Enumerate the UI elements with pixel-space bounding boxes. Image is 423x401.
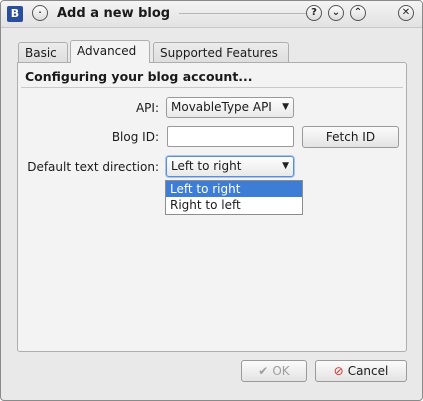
panel-heading: Configuring your blog account... — [25, 69, 253, 84]
option-left-to-right[interactable]: Left to right — [166, 181, 302, 197]
text-direction-label: Default text direction: — [27, 160, 159, 174]
app-icon[interactable]: B — [7, 6, 23, 22]
title-bar[interactable]: B · Add a new blog ? ⌄ ⌃ ✕ — [1, 1, 422, 28]
ok-label: OK — [272, 364, 290, 378]
option-right-to-left[interactable]: Right to left — [166, 197, 302, 213]
cancel-label: Cancel — [347, 364, 389, 378]
ok-button[interactable]: ✔ OK — [241, 360, 307, 382]
tab-advanced[interactable]: Advanced — [70, 40, 150, 63]
title-decoration — [179, 13, 306, 14]
chevron-down-icon: ▼ — [282, 102, 289, 112]
api-combo[interactable]: MovableType API ▼ — [166, 97, 294, 118]
tab-basic[interactable]: Basic — [18, 42, 68, 62]
blog-id-label: Blog ID: — [111, 130, 159, 144]
window-menu-button[interactable]: · — [32, 5, 48, 21]
close-button[interactable]: ✕ — [398, 5, 414, 21]
dialog-window: B · Add a new blog ? ⌄ ⌃ ✕ Basic Advance… — [0, 0, 423, 401]
window-title: Add a new blog — [57, 6, 171, 21]
fetch-id-button[interactable]: Fetch ID — [302, 126, 399, 148]
heading-divider — [21, 87, 403, 88]
help-button[interactable]: ? — [306, 5, 322, 21]
api-combo-value: MovableType API — [171, 100, 272, 114]
chevron-down-icon: ▼ — [282, 161, 289, 171]
blog-id-input[interactable] — [167, 126, 294, 147]
text-direction-combo[interactable]: Left to right ▼ — [166, 156, 294, 177]
maximize-button[interactable]: ⌃ — [350, 5, 366, 21]
api-label: API: — [135, 101, 159, 115]
tab-supported-features[interactable]: Supported Features — [153, 42, 289, 62]
text-direction-value: Left to right — [171, 159, 242, 173]
checkmark-icon: ✔ — [258, 364, 269, 378]
minimize-button[interactable]: ⌄ — [328, 5, 344, 21]
cancel-icon: ⊘ — [333, 364, 344, 378]
cancel-button[interactable]: ⊘ Cancel — [315, 360, 407, 382]
text-direction-dropdown: Left to right Right to left — [165, 180, 303, 215]
